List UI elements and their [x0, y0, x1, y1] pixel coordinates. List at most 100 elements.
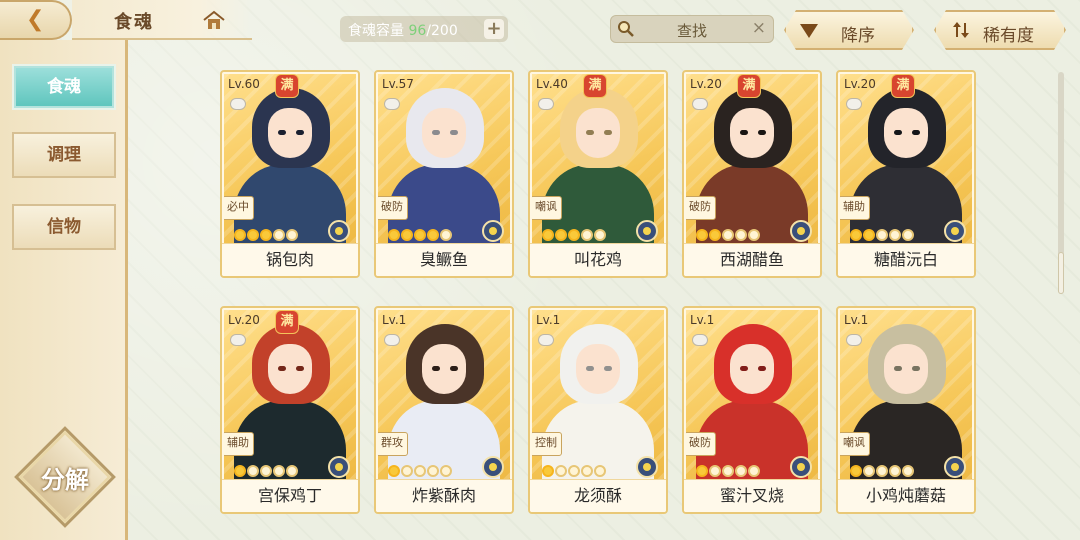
character-face: [268, 344, 312, 394]
food-soul-card[interactable]: Lv.1 控制 龙须酥: [528, 306, 668, 514]
role-tag: 嘲讽: [532, 196, 562, 220]
sort-order-button[interactable]: 降序: [784, 10, 914, 50]
star-icon: [889, 229, 901, 241]
star-rating: [696, 226, 761, 241]
star-icon: [286, 229, 298, 241]
sidebar-tab-food-souls[interactable]: 食魂: [12, 64, 116, 110]
star-icon: [581, 465, 593, 477]
star-icon: [709, 465, 721, 477]
skin-icon: [538, 334, 554, 346]
capacity-label: 食魂容量: [348, 23, 404, 39]
star-icon: [581, 229, 593, 241]
star-icon: [247, 465, 259, 477]
skin-icon: [230, 334, 246, 346]
star-rating: [388, 226, 453, 241]
food-soul-card[interactable]: Lv.57 破防 臭鳜鱼: [374, 70, 514, 278]
clear-search-button[interactable]: ×: [752, 18, 766, 38]
type-icon: [482, 220, 504, 242]
star-icon: [542, 229, 554, 241]
star-icon: [902, 465, 914, 477]
type-icon: [944, 456, 966, 478]
star-icon: [555, 229, 567, 241]
character-portrait: Lv.40 满嘲讽: [532, 74, 664, 244]
level-label: Lv.40: [536, 77, 568, 91]
eye-icon: [604, 366, 612, 371]
star-rating: [696, 462, 761, 477]
type-icon: [328, 456, 350, 478]
role-tag: 辅助: [840, 196, 870, 220]
food-soul-name: 龙须酥: [530, 479, 666, 512]
star-icon: [247, 229, 259, 241]
eye-icon: [586, 130, 594, 135]
title-plate: 食魂: [72, 0, 252, 40]
star-icon: [427, 229, 439, 241]
chevron-left-icon: ❮: [26, 7, 45, 32]
maxed-badge: 满: [276, 311, 298, 333]
food-soul-card[interactable]: Lv.1 嘲讽 小鸡炖蘑菇: [836, 306, 976, 514]
type-icon: [790, 456, 812, 478]
star-icon: [388, 229, 400, 241]
level-label: Lv.60: [228, 77, 260, 91]
character-portrait: Lv.20 满辅助: [224, 310, 356, 480]
food-soul-card[interactable]: Lv.40 满嘲讽 叫花鸡: [528, 70, 668, 278]
food-soul-card[interactable]: Lv.1 破防 蜜汁叉烧: [682, 306, 822, 514]
skin-icon: [692, 98, 708, 110]
search-input[interactable]: 查找 ×: [610, 15, 774, 43]
sidebar-tab-tokens[interactable]: 信物: [12, 204, 116, 250]
type-icon: [482, 456, 504, 478]
add-capacity-button[interactable]: +: [484, 19, 504, 39]
back-button[interactable]: ❮: [0, 0, 72, 40]
character-face: [576, 108, 620, 158]
eye-icon: [758, 130, 766, 135]
type-icon: [636, 220, 658, 242]
food-soul-card[interactable]: Lv.20 满辅助 宫保鸡丁: [220, 306, 360, 514]
star-icon: [863, 465, 875, 477]
star-icon: [440, 465, 452, 477]
type-icon: [328, 220, 350, 242]
search-placeholder: 查找: [677, 22, 708, 40]
food-soul-name: 宫保鸡丁: [222, 479, 358, 512]
rarity-filter-button[interactable]: 稀有度: [934, 10, 1066, 50]
eye-icon: [912, 366, 920, 371]
scrollbar[interactable]: [1058, 72, 1064, 294]
decompose-button[interactable]: 分解: [18, 430, 112, 524]
role-tag: 破防: [378, 196, 408, 220]
eye-icon: [432, 366, 440, 371]
star-icon: [555, 465, 567, 477]
sidebar-tab-training[interactable]: 调理: [12, 132, 116, 178]
character-portrait: Lv.20 满破防: [686, 74, 818, 244]
food-soul-card[interactable]: Lv.1 群攻 炸紫酥肉: [374, 306, 514, 514]
star-icon: [568, 229, 580, 241]
food-soul-card[interactable]: Lv.20 满辅助 糖醋沅白: [836, 70, 976, 278]
character-face: [268, 108, 312, 158]
character-portrait: Lv.20 满辅助: [840, 74, 972, 244]
character-portrait: Lv.60 满必中: [224, 74, 356, 244]
food-soul-card[interactable]: Lv.20 满破防 西湖醋鱼: [682, 70, 822, 278]
role-tag: 嘲讽: [840, 432, 870, 456]
star-icon: [876, 465, 888, 477]
star-icon: [427, 465, 439, 477]
eye-icon: [278, 130, 286, 135]
level-label: Lv.20: [844, 77, 876, 91]
skin-icon: [846, 98, 862, 110]
scrollbar-thumb[interactable]: [1058, 252, 1064, 294]
maxed-badge: 满: [584, 75, 606, 97]
character-face: [576, 344, 620, 394]
triangle-down-icon: [800, 24, 818, 38]
maxed-badge: 满: [738, 75, 760, 97]
character-portrait: Lv.1 控制: [532, 310, 664, 480]
food-soul-card[interactable]: Lv.60 满必中 锅包肉: [220, 70, 360, 278]
role-tag: 破防: [686, 432, 716, 456]
star-icon: [850, 229, 862, 241]
character-face: [422, 108, 466, 158]
role-tag: 必中: [224, 196, 254, 220]
star-icon: [568, 465, 580, 477]
eye-icon: [740, 366, 748, 371]
page-title: 食魂: [114, 12, 154, 33]
eye-icon: [296, 130, 304, 135]
food-soul-name: 锅包肉: [222, 243, 358, 276]
house-icon[interactable]: [203, 10, 225, 30]
role-tag: 辅助: [224, 432, 254, 456]
star-icon: [709, 229, 721, 241]
food-soul-name: 臭鳜鱼: [376, 243, 512, 276]
